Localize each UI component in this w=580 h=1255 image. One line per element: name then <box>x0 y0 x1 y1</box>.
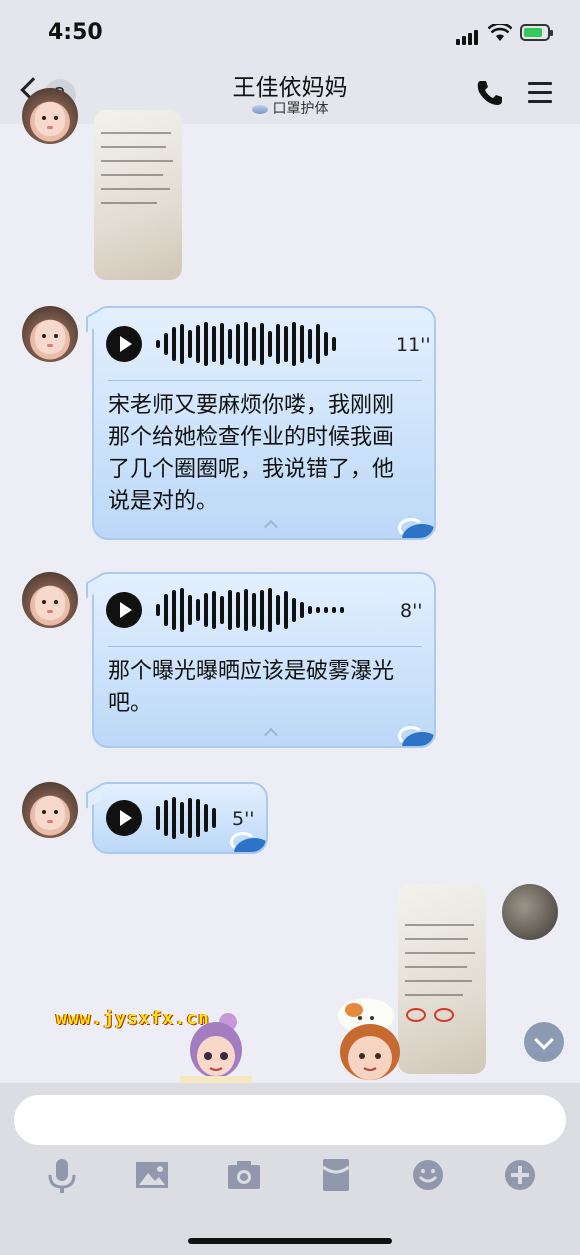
contact-avatar[interactable] <box>22 306 78 362</box>
status-icon <box>251 104 268 114</box>
wave-decoration-icon <box>394 514 434 538</box>
contact-avatar[interactable] <box>22 88 78 144</box>
status-bar: 4:50 <box>0 0 580 62</box>
voice-waveform <box>156 322 340 366</box>
menu-icon[interactable] <box>528 82 552 109</box>
image-message[interactable] <box>398 884 486 1074</box>
contact-avatar[interactable] <box>22 572 78 628</box>
collapse-caret-icon[interactable] <box>263 519 279 535</box>
chat-header: 2 王佳依妈妈 口罩护体 <box>0 62 580 124</box>
home-indicator[interactable] <box>188 1238 392 1244</box>
play-icon[interactable] <box>106 326 142 362</box>
voice-waveform <box>156 796 220 840</box>
plus-icon[interactable] <box>500 1155 540 1195</box>
status-text: 口罩护体 <box>272 101 329 117</box>
voice-duration: 5'' <box>232 808 255 830</box>
voice-message[interactable]: 8'' 那个曝光曝晒应该是破雾瀑光 吧。 <box>86 572 436 748</box>
my-avatar[interactable] <box>502 884 558 940</box>
status-time: 4:50 <box>48 20 103 45</box>
image-message[interactable] <box>94 110 182 280</box>
play-icon[interactable] <box>106 592 142 628</box>
voice-message[interactable]: 11'' 宋老师又要麻烦你喽，我刚刚 那个给她检查作业的时候我画 了几个圈圈呢，… <box>86 306 436 540</box>
voice-transcript: 那个曝光曝晒应该是破雾瀑光 吧。 <box>108 659 395 716</box>
wave-decoration-icon <box>226 828 266 852</box>
voice-message[interactable]: 5'' <box>86 782 268 854</box>
wave-decoration-icon <box>394 722 434 746</box>
contact-avatar[interactable] <box>22 782 78 838</box>
message-input[interactable] <box>14 1095 566 1145</box>
red-packet-icon[interactable] <box>316 1155 356 1195</box>
boy-with-cat-sticker-icon <box>338 998 400 1080</box>
voice-transcript: 宋老师又要麻烦你喽，我刚刚 那个给她检查作业的时候我画 了几个圈圈呢，我说错了，… <box>108 393 395 514</box>
voice-duration: 11'' <box>396 334 431 356</box>
phone-call-icon[interactable] <box>474 78 504 108</box>
image-icon[interactable] <box>132 1155 172 1195</box>
girl-sticker-icon <box>180 1013 252 1084</box>
mic-icon[interactable] <box>42 1155 82 1195</box>
voice-waveform <box>156 588 348 632</box>
play-icon[interactable] <box>106 800 142 836</box>
battery-icon <box>520 24 553 41</box>
cellular-signal-icon <box>456 26 480 45</box>
input-bar <box>0 1083 580 1255</box>
wifi-icon <box>488 24 512 41</box>
collapse-caret-icon[interactable] <box>263 727 279 743</box>
scroll-to-bottom-button[interactable] <box>524 1022 564 1062</box>
camera-icon[interactable] <box>224 1155 264 1195</box>
emoji-icon[interactable] <box>408 1155 448 1195</box>
voice-duration: 8'' <box>400 600 423 622</box>
